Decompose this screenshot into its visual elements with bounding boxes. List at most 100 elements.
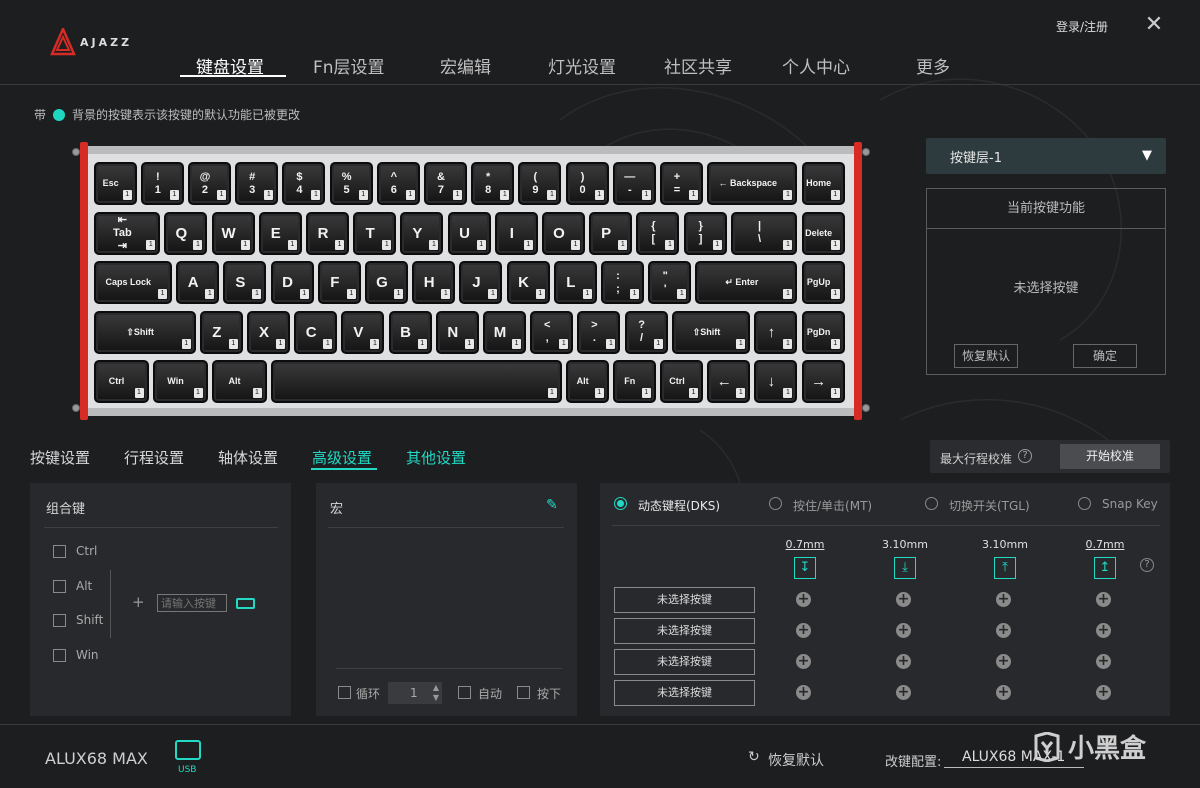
loop-count-stepper[interactable]: 1 ▲ ▼ (388, 682, 442, 704)
key-0-9[interactable]: ( 9 1 (518, 162, 562, 205)
add-action-icon[interactable]: + (896, 623, 911, 638)
shift-checkbox[interactable] (53, 614, 66, 627)
key-4-3[interactable]: 1 (270, 360, 562, 403)
key-2-10[interactable]: : ; 1 (600, 261, 645, 304)
subtab-travel-settings[interactable]: 行程设置 (124, 447, 184, 468)
alt-checkbox[interactable] (53, 580, 66, 593)
mode-mt-radio[interactable] (769, 497, 782, 510)
help-icon[interactable]: ? (1140, 558, 1154, 572)
tab-lighting[interactable]: 灯光设置 (548, 53, 616, 78)
login-link[interactable]: 登录/注册 (1056, 18, 1108, 35)
key-0-1[interactable]: ! 1 1 (140, 162, 184, 205)
subtab-advanced-settings[interactable]: 高级设置 (312, 447, 372, 468)
key-3-10[interactable]: ? / 1 (624, 310, 668, 354)
key-4-0[interactable]: Ctrl 1 (93, 360, 149, 403)
key-4-8[interactable]: ↓ 1 (754, 360, 798, 403)
key-3-13[interactable]: PgDn 1 (801, 310, 845, 354)
win-checkbox[interactable] (53, 649, 66, 662)
key-3-12[interactable]: ↑ 1 (754, 310, 798, 354)
key-3-7[interactable]: M1 (482, 310, 527, 354)
dks-point-value[interactable]: 0.7mm (775, 538, 835, 551)
key-1-1[interactable]: Q1 (164, 211, 208, 255)
key-1-3[interactable]: E1 (258, 211, 302, 255)
key-0-11[interactable]: — - 1 (612, 162, 656, 205)
key-3-11[interactable]: ⇧Shift 1 (671, 310, 751, 354)
auto-checkbox[interactable] (458, 686, 471, 699)
key-0-5[interactable]: % 5 1 (329, 162, 373, 205)
key-3-5[interactable]: B1 (388, 310, 432, 354)
key-4-7[interactable]: ← 1 (707, 360, 751, 403)
add-action-icon[interactable]: + (996, 685, 1011, 700)
key-2-8[interactable]: K1 (506, 261, 550, 304)
key-2-11[interactable]: " ' 1 (648, 261, 692, 304)
key-0-13[interactable]: ← Backspace 1 (707, 162, 798, 205)
add-action-icon[interactable]: + (996, 592, 1011, 607)
start-calibration-button[interactable]: 开始校准 (1060, 444, 1160, 469)
key-4-9[interactable]: → 1 (801, 360, 845, 403)
key-3-8[interactable]: < , 1 (530, 310, 574, 354)
key-3-6[interactable]: N1 (435, 310, 479, 354)
add-action-icon[interactable]: + (896, 685, 911, 700)
ctrl-checkbox[interactable] (53, 545, 66, 558)
key-1-2[interactable]: W1 (211, 211, 255, 255)
key-4-4[interactable]: Alt 1 (565, 360, 609, 403)
key-1-10[interactable]: P1 (589, 211, 633, 255)
key-0-14[interactable]: Home 1 (801, 162, 845, 205)
add-action-icon[interactable]: + (796, 654, 811, 669)
key-1-13[interactable]: | \ 1 (730, 211, 798, 255)
stepper-arrows-icon[interactable]: ▲ ▼ (433, 683, 439, 703)
release-start-icon[interactable]: ⤒ (994, 557, 1016, 579)
key-1-11[interactable]: { [1 (636, 211, 680, 255)
dks-point-value[interactable]: 0.7mm (1075, 538, 1135, 551)
key-0-0[interactable]: Esc 1 (93, 162, 137, 205)
tab-fn-layer[interactable]: Fn层设置 (313, 53, 385, 78)
refresh-icon[interactable]: ↻ (748, 749, 760, 765)
key-1-4[interactable]: R1 (305, 211, 350, 255)
key-1-8[interactable]: I1 (494, 211, 538, 255)
key-1-7[interactable]: U1 (447, 211, 491, 255)
dks-key-button-4[interactable]: 未选择按键 (614, 680, 755, 706)
key-4-5[interactable]: Fn 1 (612, 360, 656, 403)
dks-key-button-2[interactable]: 未选择按键 (614, 618, 755, 644)
key-3-3[interactable]: C1 (294, 310, 338, 354)
key-2-3[interactable]: D1 (270, 261, 314, 304)
key-1-12[interactable]: } ] 1 (683, 211, 727, 255)
dks-point-value[interactable]: 3.10mm (975, 538, 1035, 551)
subtab-switch-settings[interactable]: 轴体设置 (218, 447, 278, 468)
mode-dks-radio[interactable] (614, 497, 627, 510)
mode-tgl-radio[interactable] (925, 497, 938, 510)
key-4-6[interactable]: Ctrl 1 (659, 360, 704, 403)
add-action-icon[interactable]: + (996, 654, 1011, 669)
add-action-icon[interactable]: + (796, 592, 811, 607)
key-3-2[interactable]: X1 (246, 310, 291, 354)
add-action-icon[interactable]: + (796, 623, 811, 638)
key-0-10[interactable]: ) 0 1 (565, 162, 609, 205)
key-2-0[interactable]: Caps Lock 1 (93, 261, 173, 304)
key-1-14[interactable]: Delete 1 (801, 211, 845, 255)
key-0-3[interactable]: # 3 1 (235, 162, 279, 205)
key-2-9[interactable]: L1 (553, 261, 597, 304)
key-0-2[interactable]: @ 2 1 (187, 162, 232, 205)
key-0-6[interactable]: ^ 6 1 (376, 162, 420, 205)
press-bottom-icon[interactable]: ⤓ (894, 557, 916, 579)
key-2-4[interactable]: F1 (317, 261, 361, 304)
key-3-9[interactable]: > . 1 (577, 310, 621, 354)
subtab-key-settings[interactable]: 按键设置 (30, 447, 90, 468)
key-4-1[interactable]: Win 1 (152, 360, 208, 403)
add-action-icon[interactable]: + (796, 685, 811, 700)
tab-community[interactable]: 社区共享 (664, 53, 732, 78)
key-2-5[interactable]: G1 (364, 261, 409, 304)
key-2-1[interactable]: A1 (176, 261, 220, 304)
tab-macro-editor[interactable]: 宏编辑 (440, 53, 491, 78)
add-action-icon[interactable]: + (896, 592, 911, 607)
key-2-12[interactable]: ↵ Enter 1 (695, 261, 798, 304)
key-4-2[interactable]: Alt 1 (211, 360, 267, 403)
press-start-icon[interactable]: ↧ (794, 557, 816, 579)
subtab-other-settings[interactable]: 其他设置 (406, 447, 466, 468)
edit-pencil-icon[interactable]: ✎ (546, 497, 558, 513)
tab-profile[interactable]: 个人中心 (782, 53, 850, 78)
add-action-icon[interactable]: + (1096, 623, 1111, 638)
key-1-5[interactable]: T1 (353, 211, 397, 255)
key-0-7[interactable]: & 7 1 (423, 162, 468, 205)
key-0-12[interactable]: + = 1 (659, 162, 704, 205)
